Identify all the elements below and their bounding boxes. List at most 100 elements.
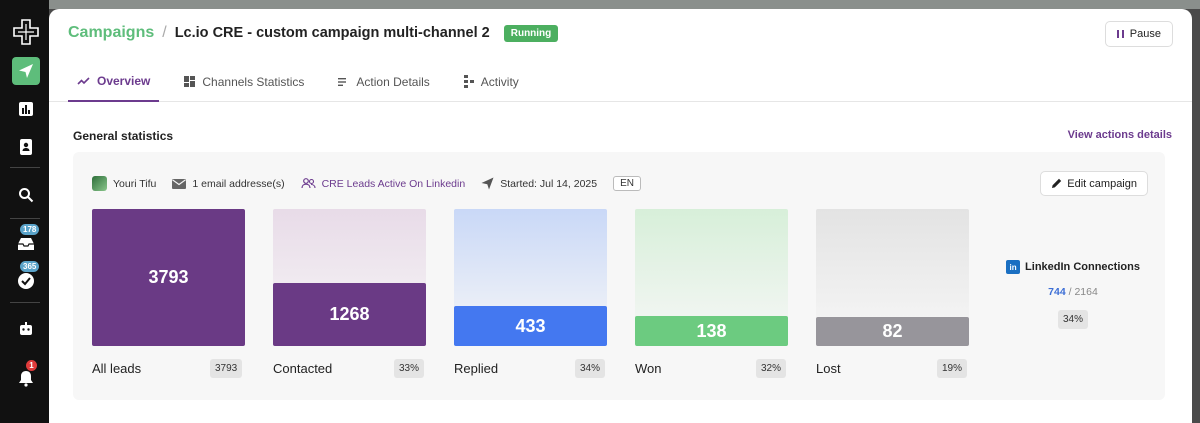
stat-label: Contacted [273, 361, 333, 376]
page-header: Campaigns / Lc.io CRE - custom campaign … [49, 9, 1192, 102]
tab-activity[interactable]: Activity [455, 61, 528, 102]
envelope-icon [172, 178, 187, 189]
stat-badge: 3793 [210, 359, 243, 378]
app-logo[interactable] [12, 18, 40, 46]
breadcrumb-separator: / [162, 24, 167, 41]
tasks-nav[interactable]: 365 [12, 261, 40, 295]
send-icon [481, 177, 494, 190]
status-badge: Running [503, 24, 559, 42]
stat-label: All leads [92, 361, 142, 376]
pause-icon [1116, 30, 1124, 38]
sidebar: 178 365 1 [0, 0, 49, 423]
email-item: 1 email addresse(s) [172, 177, 285, 190]
started-date: Started: Jul 14, 2025 [500, 177, 598, 190]
audience-item: CRE Leads Active On Linkedin [300, 178, 466, 190]
linkedin-numbers: 744 / 2164 [1003, 286, 1143, 298]
breadcrumb-campaigns-link[interactable]: Campaigns [68, 24, 154, 42]
stats-panel: Youri Tifu 1 email addresse(s) CRE Leads… [73, 152, 1165, 400]
stat-label: Won [635, 361, 662, 376]
inbox-badge: 178 [20, 224, 40, 235]
stat-bar-card: 138 [635, 209, 788, 346]
stat-bar-card: 1268 [273, 209, 426, 346]
stat-bar: 138 [635, 316, 788, 346]
stat-bar-card: 3793 [92, 209, 245, 346]
edit-campaign-button[interactable]: Edit campaign [1040, 171, 1148, 196]
bar-chart-icon [19, 102, 33, 116]
campaigns-nav[interactable] [12, 57, 40, 85]
users-icon [300, 178, 316, 189]
inbox-icon [18, 238, 34, 250]
notifications-badge: 1 [26, 360, 37, 371]
linkedin-total: 2164 [1074, 286, 1098, 298]
owner-item: Youri Tifu [92, 176, 156, 191]
tab-label: Channels Statistics [202, 74, 305, 89]
stat-bar: 1268 [273, 283, 426, 346]
section-title: General statistics [73, 129, 174, 143]
stat-badge: 19% [937, 359, 968, 378]
reports-nav[interactable] [12, 95, 40, 123]
linkedin-icon: in [1006, 260, 1021, 274]
stat-bar-card: 82 [816, 209, 969, 346]
pencil-icon [1052, 178, 1062, 188]
grid-icon [184, 76, 196, 87]
stat-label: Lost [816, 361, 841, 376]
tab-channels-statistics[interactable]: Channels Statistics [175, 61, 313, 102]
pause-button[interactable]: Pause [1104, 21, 1173, 47]
trend-icon [77, 76, 90, 85]
window-right-strip [1192, 9, 1200, 423]
stat-badge: 33% [394, 359, 425, 378]
tab-overview[interactable]: Overview [68, 61, 160, 102]
pause-label: Pause [1129, 28, 1161, 40]
search-icon [19, 188, 34, 203]
linkedin-separator: / [1068, 286, 1072, 298]
stat-bar: 3793 [92, 209, 245, 346]
started-item: Started: Jul 14, 2025 [481, 177, 597, 190]
page-title: Lc.io CRE - custom campaign multi-channe… [174, 25, 490, 41]
linkedin-accepted: 744 [1048, 286, 1066, 298]
search-nav[interactable] [12, 181, 40, 209]
tab-action-details[interactable]: Action Details [329, 61, 438, 102]
inbox-nav[interactable]: 178 [12, 224, 40, 258]
stat-badge: 32% [756, 359, 787, 378]
tab-label: Action Details [356, 74, 430, 89]
stat-value: 82 [882, 321, 903, 341]
stat-label: Replied [454, 361, 499, 376]
linkedin-title-row: in LinkedIn Connections [1003, 260, 1143, 274]
bot-nav[interactable] [12, 315, 40, 343]
stat-bar: 82 [816, 317, 969, 346]
main-panel: Campaigns / Lc.io CRE - custom campaign … [49, 9, 1192, 423]
audience-link[interactable]: CRE Leads Active On Linkedin [322, 178, 466, 190]
linkedin-title: LinkedIn Connections [1025, 261, 1140, 273]
view-actions-link[interactable]: View actions details [1068, 129, 1172, 141]
stat-value: 138 [696, 320, 727, 341]
stat-value: 1268 [329, 304, 370, 324]
window-top-strip [49, 0, 1200, 9]
campaign-meta: Youri Tifu 1 email addresse(s) CRE Leads… [92, 176, 641, 191]
send-icon [19, 64, 33, 78]
tasks-badge: 365 [20, 261, 40, 272]
email-count: 1 email addresse(s) [192, 177, 285, 190]
stat-bar: 433 [454, 306, 607, 346]
contacts-nav[interactable] [12, 133, 40, 161]
tab-label: Activity [480, 74, 519, 89]
stat-bar-card: 433 [454, 209, 607, 346]
stat-value: 433 [515, 315, 546, 336]
contacts-book-icon [20, 139, 32, 155]
owner-name: Youri Tifu [113, 177, 157, 190]
edit-campaign-label: Edit campaign [1067, 177, 1137, 190]
logo-icon [13, 19, 39, 45]
linkedin-pct-badge: 34% [1057, 310, 1088, 329]
breadcrumb: Campaigns / Lc.io CRE - custom campaign … [68, 24, 559, 42]
list-icon [338, 77, 347, 86]
notifications-nav[interactable]: 1 [12, 360, 40, 392]
avatar [92, 176, 107, 191]
check-circle-icon [18, 273, 34, 289]
linkedin-connections: in LinkedIn Connections 744 / 2164 34% [1003, 260, 1143, 329]
stat-badge: 34% [575, 359, 606, 378]
tab-bar: Overview Channels Statistics Action Deta… [68, 61, 544, 102]
tab-label: Overview [97, 73, 151, 88]
activity-icon [463, 75, 474, 88]
language-badge: EN [613, 176, 641, 191]
robot-icon [20, 322, 32, 335]
bell-icon [19, 370, 33, 387]
